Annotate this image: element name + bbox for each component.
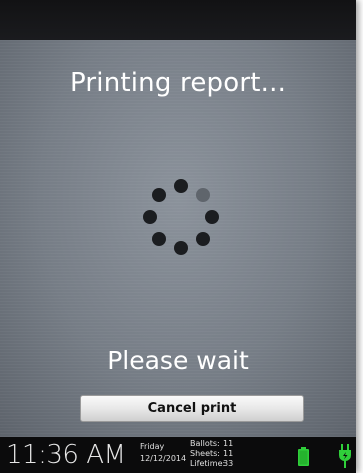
spinner-dot (143, 210, 157, 224)
clock: 11:36 AM (6, 440, 126, 470)
counter-label: Ballots: (190, 439, 220, 448)
spinner-dot (205, 210, 219, 224)
counter-value: 11 (223, 449, 234, 458)
counter-ballots: Ballots: 11 (190, 439, 233, 449)
counter-label: Lifetime: (190, 459, 226, 468)
counter-label: Sheets: (190, 449, 220, 458)
date-label: 12/12/2014 (140, 454, 187, 463)
spinner-dot (174, 179, 188, 193)
main-screen: Printing report... Please wait Cancel pr… (0, 40, 356, 437)
counter-lifetime: Lifetime: 33 (190, 459, 233, 469)
counter-sheets: Sheets: 11 (190, 449, 233, 459)
counters: Ballots: 11 Sheets: 11 Lifetime: 33 (190, 439, 233, 469)
cancel-print-button[interactable]: Cancel print (80, 395, 304, 422)
page-title: Printing report... (69, 68, 287, 98)
spinner-dot (195, 188, 210, 203)
loading-spinner-icon (141, 177, 221, 257)
wait-message: Please wait (107, 346, 249, 375)
power-plug-icon (339, 444, 351, 468)
spinner-dot (152, 231, 167, 246)
date-block: Friday 12/12/2014 (140, 441, 186, 465)
spinner-dot (152, 188, 167, 203)
counter-value: 33 (223, 459, 234, 468)
device-frame: Printing report... Please wait Cancel pr… (0, 0, 356, 473)
status-bar: 11:36 AM Friday 12/12/2014 Ballots: 11 S… (0, 437, 356, 473)
top-bar (0, 0, 356, 40)
battery-icon (298, 447, 309, 466)
spinner-dot (195, 231, 210, 246)
day-label: Friday (140, 442, 165, 451)
spinner-dot (174, 241, 188, 255)
counter-value: 11 (223, 439, 234, 448)
